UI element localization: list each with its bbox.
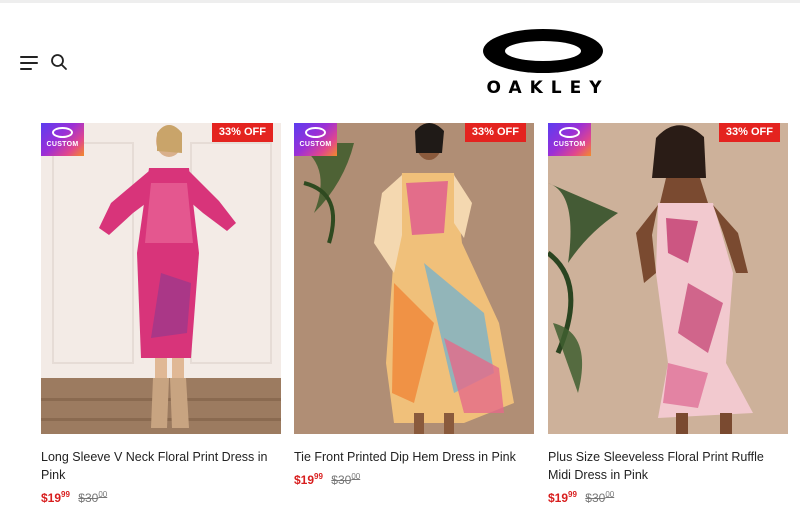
product-image[interactable]: CUSTOM 33% OFF [41,123,281,434]
sale-badge: 33% OFF [211,123,273,142]
product-card[interactable]: CUSTOM 33% OFF Plus Size Sleeveless Flor… [548,123,788,506]
sale-badge: 33% OFF [718,123,780,142]
price-row: $1999 $3000 [548,487,788,506]
product-title[interactable]: Long Sleeve V Neck Floral Print Dress in… [41,448,281,484]
brand-wordmark: OAKLEY [486,78,610,98]
search-icon[interactable] [50,53,68,71]
sale-badge: 33% OFF [464,123,526,142]
oakley-ellipse-icon [305,127,326,138]
product-card[interactable]: CUSTOM 33% OFF Tie Front Printed Dip Hem… [294,123,534,488]
product-card[interactable]: CUSTOM 33% OFF Long Sleeve V Neck Floral… [41,123,281,506]
custom-badge-label: CUSTOM [299,141,332,148]
original-price: $3000 [585,490,615,505]
custom-badge[interactable]: CUSTOM [41,123,84,156]
original-price: $3000 [331,472,361,487]
site-header: OAKLEY [0,3,800,120]
custom-badge-label: CUSTOM [46,141,79,148]
price-row: $1999 $3000 [41,487,281,506]
custom-badge[interactable]: CUSTOM [548,123,591,156]
oakley-ellipse-icon [483,29,603,73]
product-title[interactable]: Tie Front Printed Dip Hem Dress in Pink [294,448,534,466]
original-price: $3000 [78,490,108,505]
brand-logo[interactable]: OAKLEY [472,29,618,98]
sale-price: $1999 [548,490,577,505]
product-title[interactable]: Plus Size Sleeveless Floral Print Ruffle… [548,448,788,484]
product-image[interactable]: CUSTOM 33% OFF [548,123,788,434]
sale-price: $1999 [41,490,70,505]
oakley-ellipse-icon [559,127,580,138]
oakley-ellipse-icon [52,127,73,138]
product-image[interactable]: CUSTOM 33% OFF [294,123,534,434]
custom-badge-label: CUSTOM [553,141,586,148]
hamburger-menu-icon[interactable] [20,56,40,70]
sale-price: $1999 [294,472,323,487]
price-row: $1999 $3000 [294,469,534,488]
custom-badge[interactable]: CUSTOM [294,123,337,156]
